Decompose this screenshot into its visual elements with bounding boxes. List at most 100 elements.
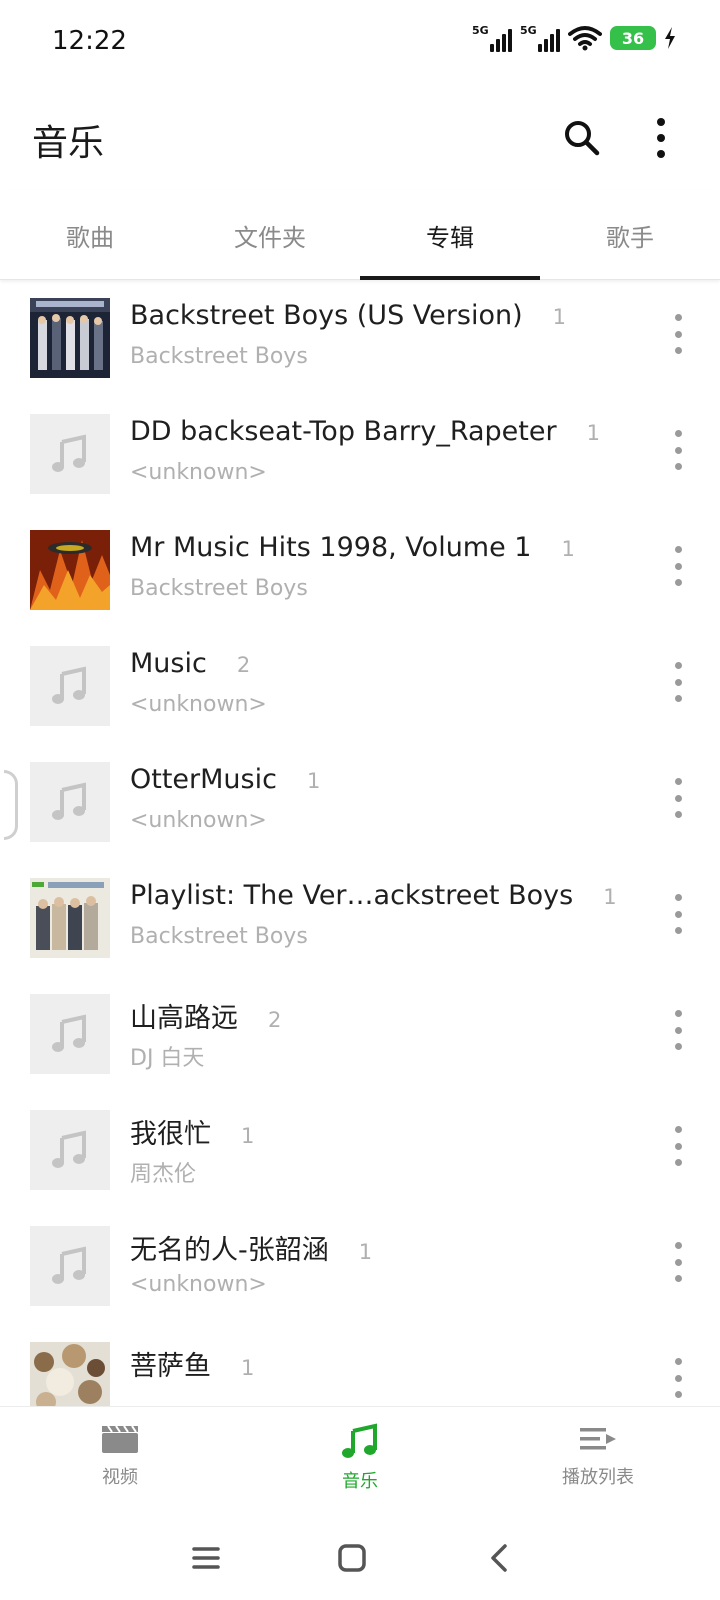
row-more-icon[interactable] [672,894,684,934]
album-track-count: 1 [561,537,575,561]
album-track-count: 1 [241,1124,255,1148]
playlist-icon [580,1428,616,1450]
signal-icon: 5G [472,24,512,52]
album-art-image [30,298,110,378]
album-track-count: 1 [306,769,321,793]
home-icon[interactable] [332,1538,372,1578]
music-note-placeholder-icon [52,434,86,472]
more-vert-icon[interactable] [656,116,666,160]
video-clapper-icon [102,1425,138,1453]
album-cover [30,994,110,1074]
row-more-icon[interactable] [672,314,684,354]
tab-songs[interactable]: 歌曲 [0,190,180,280]
list-item[interactable]: Backstreet Boys (US Version) 1 Backstree… [0,282,720,400]
album-title: 山高路远 [130,1003,238,1034]
list-item[interactable]: 无名的人-张韶涵 1 <unknown> [0,1210,720,1328]
status-icons: 5G 5G 36 [472,24,676,52]
album-cover [30,762,110,842]
album-art-image [30,878,110,958]
menu-icon[interactable] [186,1538,226,1578]
album-artist: Backstreet Boys [130,344,308,369]
edge-swipe-handle[interactable] [4,770,18,840]
album-title: Music [130,648,207,679]
row-more-icon[interactable] [672,1126,684,1166]
status-time: 12:22 [52,26,127,56]
list-item[interactable]: DD backseat-Top Barry_Rapeter 1 <unknown… [0,398,720,516]
list-item[interactable]: Mr Music Hits 1998, Volume 1 1 Backstree… [0,514,720,632]
album-title: 菩萨鱼 [130,1351,211,1382]
row-more-icon[interactable] [672,1010,684,1050]
album-list: Backstreet Boys (US Version) 1 Backstree… [0,282,720,1406]
album-cover [30,878,110,958]
list-item[interactable]: 我很忙 1 周杰伦 [0,1094,720,1212]
bottom-nav: 视频 音乐 播放列表 [0,1406,720,1518]
album-title: 无名的人-张韶涵 [130,1235,329,1266]
album-title: Mr Music Hits 1998, Volume 1 [130,532,532,563]
tab-artists[interactable]: 歌手 [540,190,720,280]
album-cover [30,298,110,378]
page-title: 音乐 [32,123,105,164]
nav-label-music: 音乐 [342,1471,378,1492]
music-note-placeholder-icon [52,1014,86,1052]
list-item[interactable]: 山高路远 2 DJ 白天 [0,978,720,1096]
album-artist: <unknown> [130,808,267,833]
album-track-count: 2 [236,653,251,677]
row-more-icon[interactable] [672,546,684,586]
album-art-image [30,1342,110,1406]
album-track-count: 1 [552,305,566,329]
row-more-icon[interactable] [672,1242,684,1282]
app-bar: 音乐 [0,86,720,190]
signal-label: 5G [472,24,489,37]
album-cover [30,646,110,726]
album-title: OtterMusic [130,764,277,795]
music-note-placeholder-icon [52,666,86,704]
album-title: DD backseat-Top Barry_Rapeter [130,416,557,447]
album-title: Backstreet Boys (US Version) [130,300,523,331]
album-track-count: 1 [603,885,617,909]
album-title: 我很忙 [130,1119,211,1150]
album-cover [30,414,110,494]
list-item[interactable]: Music 2 <unknown> [0,630,720,748]
album-cover [30,1226,110,1306]
album-track-count: 1 [358,1240,373,1264]
row-more-icon[interactable] [672,430,684,470]
nav-label-video: 视频 [102,1467,138,1488]
battery-icon: 36 [610,26,656,50]
tab-bar: 歌曲 文件夹 专辑 歌手 [0,190,720,280]
tab-folders[interactable]: 文件夹 [180,190,360,280]
row-more-icon[interactable] [672,1358,684,1398]
album-title: Playlist: The Ver…ackstreet Boys [130,880,574,911]
album-artist: 周杰伦 [130,1162,197,1187]
tab-albums[interactable]: 专辑 [360,190,540,280]
music-note-placeholder-icon [52,1246,86,1284]
row-more-icon[interactable] [672,778,684,818]
album-track-count: 1 [586,421,600,445]
charging-icon [665,27,675,49]
list-item[interactable]: 菩萨鱼 1 [0,1326,720,1406]
music-note-placeholder-icon [52,1130,86,1168]
signal-label-2: 5G [520,24,537,37]
music-note-icon [342,1423,377,1458]
nav-item-music[interactable]: 音乐 [290,1423,430,1493]
list-item[interactable]: Playlist: The Ver…ackstreet Boys 1 Backs… [0,862,720,980]
album-cover [30,1342,110,1406]
album-artist: <unknown> [130,460,267,485]
music-note-placeholder-icon [52,782,86,820]
album-artist: DJ 白天 [130,1046,205,1071]
album-artist: <unknown> [130,1272,267,1297]
search-icon[interactable] [562,118,602,158]
nav-item-video[interactable]: 视频 [50,1423,190,1489]
system-nav-bar [0,1518,720,1600]
album-track-count: 2 [268,1008,282,1032]
back-icon[interactable] [480,1538,520,1578]
wifi-icon [568,26,602,51]
album-artist: Backstreet Boys [130,924,308,949]
nav-label-playlist: 播放列表 [562,1467,634,1488]
status-bar: 12:22 5G 5G 36 [0,0,720,86]
nav-item-playlist[interactable]: 播放列表 [528,1423,668,1489]
album-track-count: 1 [241,1356,255,1380]
list-item[interactable]: OtterMusic 1 <unknown> [0,746,720,864]
album-art-image [30,530,110,610]
signal-icon-2: 5G [520,24,560,52]
row-more-icon[interactable] [672,662,684,702]
